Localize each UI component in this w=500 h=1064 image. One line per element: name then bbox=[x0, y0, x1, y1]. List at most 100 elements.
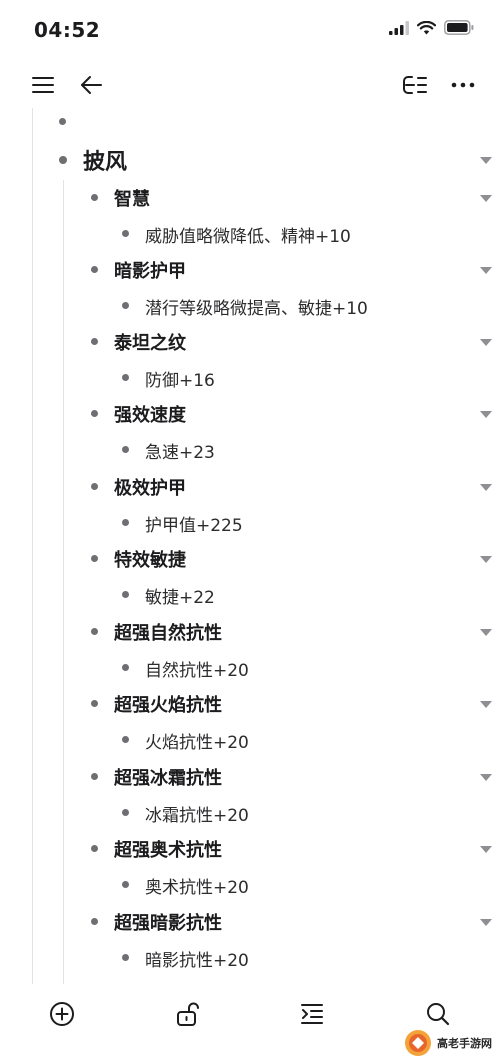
bullet[interactable] bbox=[122, 230, 129, 237]
outline-node-root[interactable]: 披风 bbox=[0, 144, 500, 176]
bullet[interactable] bbox=[91, 773, 98, 780]
outline-node[interactable]: 超强自然抗性 bbox=[0, 618, 500, 646]
outline-node[interactable]: 暗影护甲 bbox=[0, 256, 500, 284]
bullet[interactable] bbox=[91, 700, 98, 707]
bullet[interactable] bbox=[122, 881, 129, 888]
status-bar: 04:52 bbox=[0, 0, 500, 60]
outline-leaf[interactable]: 暗影抗性+20 bbox=[0, 944, 500, 972]
node-label[interactable]: 冰霜抗性+20 bbox=[145, 801, 249, 826]
node-label[interactable]: 智慧 bbox=[114, 185, 150, 211]
outline-leaf[interactable]: 防御+16 bbox=[0, 364, 500, 392]
bullet[interactable] bbox=[91, 410, 98, 417]
collapse-caret[interactable] bbox=[480, 701, 492, 708]
collapse-caret[interactable] bbox=[480, 157, 492, 164]
indent-icon bbox=[301, 1004, 323, 1024]
collapse-caret[interactable] bbox=[480, 919, 492, 926]
bullet[interactable] bbox=[122, 591, 129, 598]
signal-icon bbox=[389, 20, 409, 35]
outline-node[interactable]: 极效护甲 bbox=[0, 473, 500, 501]
bullet[interactable] bbox=[91, 845, 98, 852]
node-label[interactable]: 急速+23 bbox=[145, 438, 215, 463]
node-label[interactable]: 泰坦之纹 bbox=[114, 329, 186, 355]
outline-leaf[interactable]: 护甲值+225 bbox=[0, 509, 500, 537]
node-label[interactable]: 超强火焰抗性 bbox=[114, 691, 222, 717]
bullet[interactable] bbox=[122, 302, 129, 309]
watermark-logo-icon bbox=[405, 1030, 431, 1056]
node-label[interactable]: 火焰抗性+20 bbox=[145, 728, 249, 753]
empty-bullet[interactable] bbox=[59, 118, 66, 125]
bullet[interactable] bbox=[91, 483, 98, 490]
node-label[interactable]: 强效速度 bbox=[114, 401, 186, 427]
node-label[interactable]: 超强冰霜抗性 bbox=[114, 764, 222, 790]
node-label[interactable]: 潜行等级略微提高、敏捷+10 bbox=[145, 294, 368, 319]
bullet[interactable] bbox=[91, 338, 98, 345]
collapse-caret[interactable] bbox=[480, 774, 492, 781]
bullet[interactable] bbox=[59, 156, 67, 164]
outline-leaf[interactable]: 冰霜抗性+20 bbox=[0, 799, 500, 827]
bullet[interactable] bbox=[91, 194, 98, 201]
collapse-caret[interactable] bbox=[480, 195, 492, 202]
outline-node[interactable]: 超强冰霜抗性 bbox=[0, 763, 500, 791]
collapse-caret[interactable] bbox=[480, 629, 492, 636]
watermark: 高老手游网 bbox=[403, 1028, 492, 1058]
node-label[interactable]: 暗影抗性+20 bbox=[145, 946, 249, 971]
outline-view-button[interactable] bbox=[398, 68, 432, 102]
search-icon bbox=[427, 1003, 450, 1026]
bullet[interactable] bbox=[122, 664, 129, 671]
node-label[interactable]: 敏捷+22 bbox=[145, 583, 215, 608]
outline-node[interactable]: 智慧 bbox=[0, 184, 500, 212]
outline-leaf[interactable]: 敏捷+22 bbox=[0, 581, 500, 609]
outline-node[interactable]: 超强火焰抗性 bbox=[0, 690, 500, 718]
bullet[interactable] bbox=[122, 446, 129, 453]
more-icon bbox=[451, 82, 475, 88]
bullet[interactable] bbox=[122, 374, 129, 381]
node-label[interactable]: 暗影护甲 bbox=[114, 257, 186, 283]
outline-node[interactable]: 超强暗影抗性 bbox=[0, 908, 500, 936]
collapse-caret[interactable] bbox=[480, 267, 492, 274]
bullet[interactable] bbox=[122, 809, 129, 816]
collapse-caret[interactable] bbox=[480, 339, 492, 346]
outline-leaf[interactable]: 自然抗性+20 bbox=[0, 654, 500, 682]
status-icons bbox=[389, 20, 474, 35]
node-label[interactable]: 特效敏捷 bbox=[114, 546, 186, 572]
collapse-caret[interactable] bbox=[480, 484, 492, 491]
outline-leaf[interactable]: 威胁值略微降低、精神+10 bbox=[0, 220, 500, 248]
add-button[interactable] bbox=[42, 994, 82, 1034]
bullet[interactable] bbox=[122, 736, 129, 743]
indent-button[interactable] bbox=[292, 994, 332, 1034]
outline-node[interactable]: 泰坦之纹 bbox=[0, 328, 500, 356]
node-label[interactable]: 超强奥术抗性 bbox=[114, 836, 222, 862]
node-label[interactable]: 防御+16 bbox=[145, 366, 215, 391]
outline-leaf[interactable]: 火焰抗性+20 bbox=[0, 726, 500, 754]
bullet[interactable] bbox=[91, 628, 98, 635]
back-button[interactable] bbox=[74, 68, 108, 102]
outline-node[interactable]: 强效速度 bbox=[0, 400, 500, 428]
node-label[interactable]: 奥术抗性+20 bbox=[145, 873, 249, 898]
node-label[interactable]: 护甲值+225 bbox=[145, 511, 243, 536]
node-label[interactable]: 自然抗性+20 bbox=[145, 656, 249, 681]
bullet[interactable] bbox=[91, 555, 98, 562]
outline-leaf[interactable]: 奥术抗性+20 bbox=[0, 871, 500, 899]
node-label[interactable]: 超强自然抗性 bbox=[114, 619, 222, 645]
outline-leaf[interactable]: 急速+23 bbox=[0, 436, 500, 464]
node-label[interactable]: 极效护甲 bbox=[114, 474, 186, 500]
collapse-caret[interactable] bbox=[480, 556, 492, 563]
outline-node[interactable]: 超强奥术抗性 bbox=[0, 835, 500, 863]
bullet[interactable] bbox=[122, 519, 129, 526]
collapse-caret[interactable] bbox=[480, 411, 492, 418]
outline-leaf[interactable]: 潜行等级略微提高、敏捷+10 bbox=[0, 292, 500, 320]
outline-node[interactable]: 特效敏捷 bbox=[0, 545, 500, 573]
node-label[interactable]: 超强暗影抗性 bbox=[114, 909, 222, 935]
node-label[interactable]: 威胁值略微降低、精神+10 bbox=[145, 222, 351, 247]
node-label[interactable]: 披风 bbox=[83, 144, 127, 176]
bullet[interactable] bbox=[122, 954, 129, 961]
bullet[interactable] bbox=[91, 266, 98, 273]
collapse-caret[interactable] bbox=[480, 846, 492, 853]
outline-list: 披风 智慧 威胁值略微降低、精神+10 暗影护甲 潜行等级略微提高、敏捷+10 … bbox=[0, 108, 500, 984]
menu-button[interactable] bbox=[26, 68, 60, 102]
menu-icon bbox=[32, 77, 54, 93]
more-button[interactable] bbox=[446, 68, 480, 102]
bullet[interactable] bbox=[91, 918, 98, 925]
battery-icon bbox=[444, 20, 474, 35]
unlock-button[interactable] bbox=[168, 994, 208, 1034]
